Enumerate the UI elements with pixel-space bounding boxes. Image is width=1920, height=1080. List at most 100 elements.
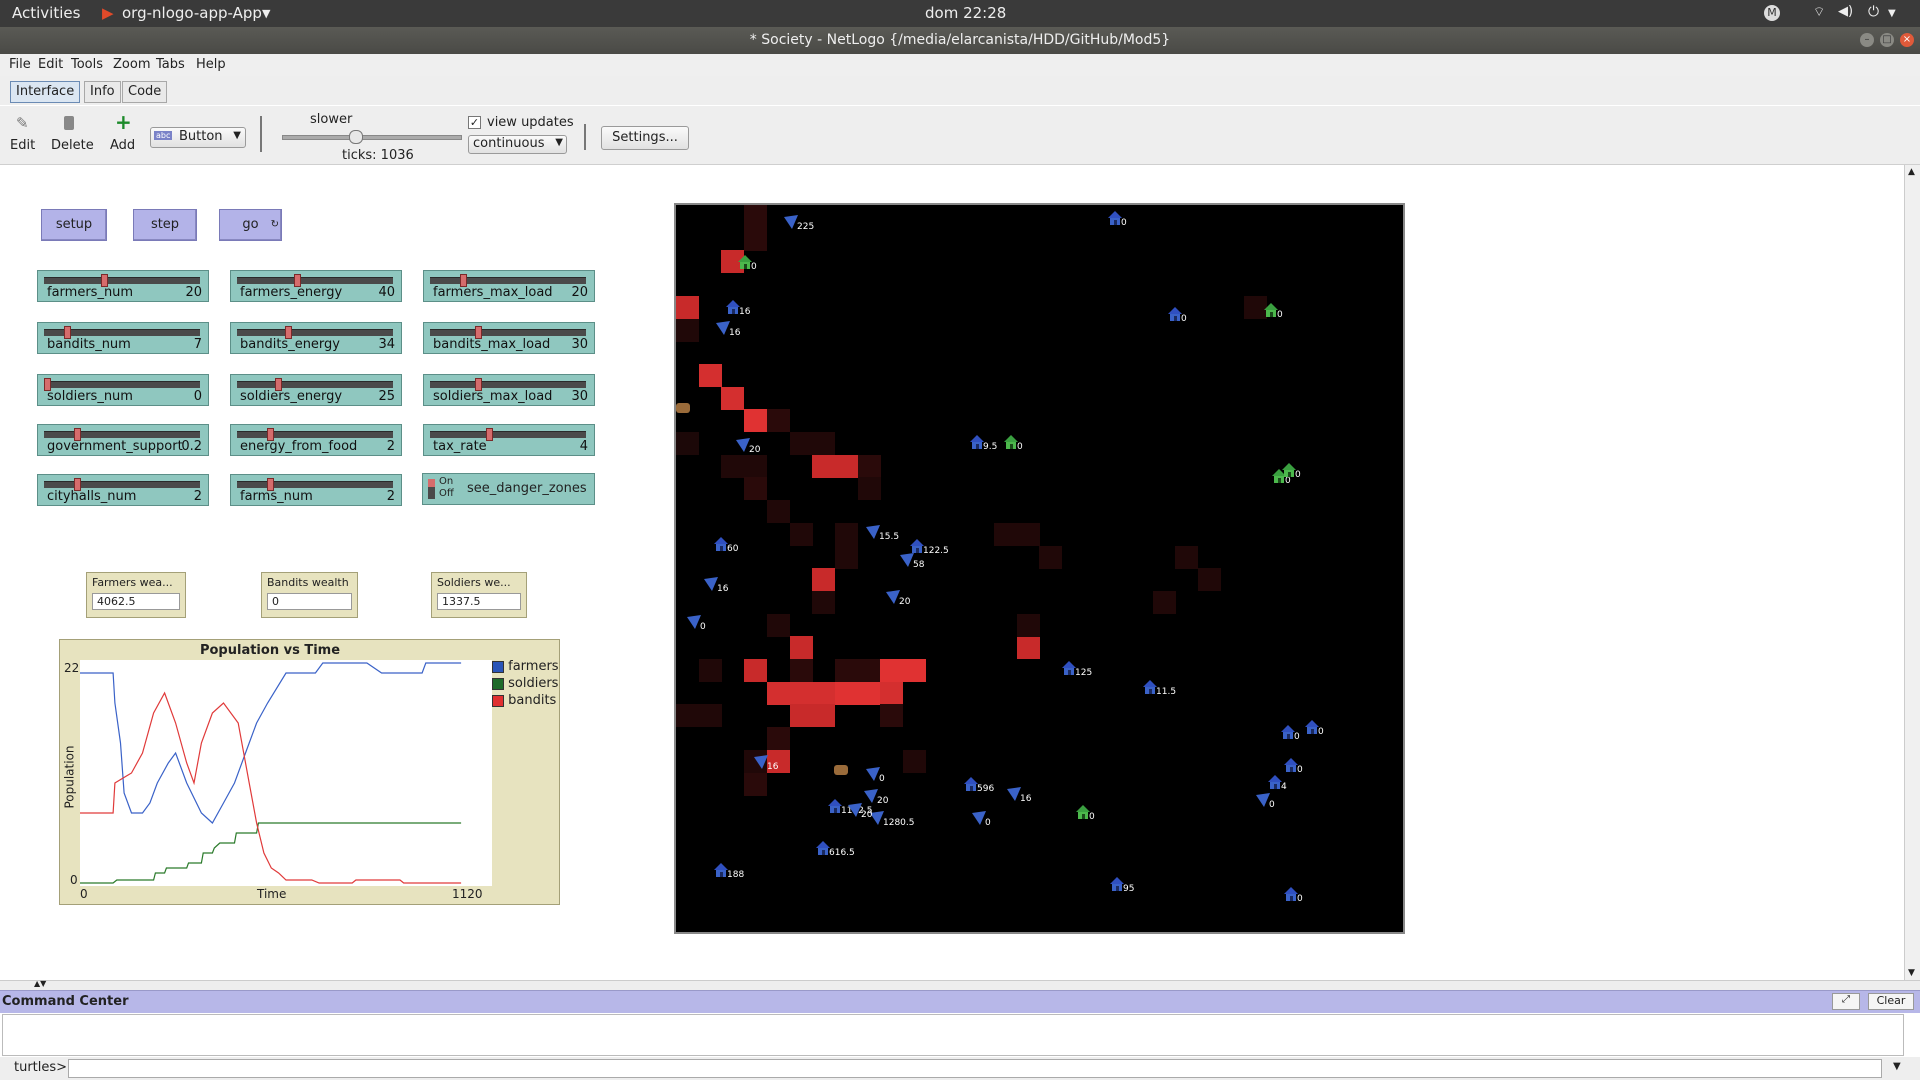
- go-button-label: go: [242, 217, 259, 232]
- tab-code[interactable]: Code: [122, 81, 168, 103]
- menu-tabs[interactable]: Tabs: [156, 57, 185, 72]
- volume-icon[interactable]: ◀): [1838, 4, 1853, 19]
- power-icon[interactable]: ⏻: [1868, 4, 1879, 20]
- turtle-label: 16: [739, 307, 751, 317]
- farmer-house-icon: [1281, 725, 1295, 743]
- slider-label: bandits_max_load: [433, 337, 551, 352]
- setup-button[interactable]: setup: [41, 209, 107, 241]
- slider-track[interactable]: [430, 277, 586, 284]
- slider-knob[interactable]: [486, 428, 493, 441]
- chevron-up-icon[interactable]: ▲: [1908, 167, 1915, 177]
- tab-interface[interactable]: Interface: [10, 81, 81, 103]
- slider-soldiers-energy[interactable]: soldiers_energy 25: [230, 374, 402, 406]
- command-output: [2, 1014, 1904, 1056]
- slider-cityhalls-num[interactable]: cityhalls_num 2: [37, 474, 209, 506]
- slider-value: 30: [571, 389, 588, 404]
- farmer-house-icon: [1108, 211, 1122, 229]
- slider-energy-from-food[interactable]: energy_from_food 2: [230, 424, 402, 456]
- chevron-down-icon[interactable]: ▼: [1908, 968, 1915, 978]
- slider-track[interactable]: [44, 277, 200, 284]
- slider-farmers-num[interactable]: farmers_num 20: [37, 270, 209, 302]
- slider-value: 2: [386, 489, 395, 504]
- turtle-arrow-icon: [866, 767, 880, 785]
- turtle-arrow-icon: [1256, 793, 1270, 811]
- slider-track[interactable]: [44, 431, 200, 438]
- slider-government-support[interactable]: government_support 0.2: [37, 424, 209, 456]
- farmer-house-icon: [714, 537, 728, 555]
- menu-file[interactable]: File: [9, 57, 31, 72]
- tab-info[interactable]: Info: [84, 81, 121, 103]
- turtle-label: 0: [1294, 732, 1300, 742]
- view-updates-checkbox[interactable]: ✓: [468, 116, 481, 129]
- settings-button[interactable]: Settings...: [601, 126, 689, 150]
- widget-type-select[interactable]: abc Button ▼: [150, 127, 246, 148]
- agent-type-selector[interactable]: turtles>: [14, 1060, 67, 1075]
- slider-track[interactable]: [44, 481, 200, 488]
- menu-zoom[interactable]: Zoom: [113, 57, 150, 72]
- slider-bandits-num[interactable]: bandits_num 7: [37, 322, 209, 354]
- farmer-house-icon: [970, 435, 984, 453]
- see-danger-zones-switch[interactable]: On Off see_danger_zones: [422, 473, 595, 505]
- turtle-label: 20: [899, 597, 911, 607]
- slider-farmers-max-load[interactable]: farmers_max_load 20: [423, 270, 595, 302]
- slider-track[interactable]: [237, 277, 393, 284]
- slider-farmers-energy[interactable]: farmers_energy 40: [230, 270, 402, 302]
- slider-track[interactable]: [237, 481, 393, 488]
- slider-value: 2: [193, 489, 202, 504]
- speed-slider-track[interactable]: [282, 135, 462, 140]
- farmer-house-icon: [828, 799, 842, 817]
- turtle-label: 0: [1297, 765, 1303, 775]
- slider-tax-rate[interactable]: tax_rate 4: [423, 424, 595, 456]
- command-input[interactable]: [68, 1059, 1882, 1078]
- menu-tools[interactable]: Tools: [71, 57, 103, 72]
- clock[interactable]: dom 22:28: [925, 4, 1006, 22]
- close-icon[interactable]: ×: [1900, 33, 1914, 47]
- turtle-arrow-icon: [848, 803, 862, 821]
- menu-help[interactable]: Help: [196, 57, 226, 72]
- keyboard-indicator-icon[interactable]: M: [1764, 5, 1780, 21]
- window-title-bar: * Society - NetLogo {/media/elarcanista/…: [0, 27, 1920, 54]
- slider-farms-num[interactable]: farms_num 2: [230, 474, 402, 506]
- bandits-wealth-monitor: Bandits wealth 0: [261, 572, 358, 618]
- vertical-scrollbar[interactable]: ▲ ▼: [1904, 165, 1920, 980]
- patch: [834, 545, 858, 569]
- slider-track[interactable]: [237, 381, 393, 388]
- update-mode-select[interactable]: continuous ▼: [468, 135, 567, 154]
- turtle-label: 4: [1281, 782, 1287, 792]
- add-button[interactable]: Add: [110, 138, 135, 153]
- step-button[interactable]: step: [133, 209, 197, 241]
- slider-track[interactable]: [237, 431, 393, 438]
- slider-track[interactable]: [430, 381, 586, 388]
- patch: [789, 704, 813, 728]
- activities-button[interactable]: Activities: [12, 4, 80, 22]
- slider-track[interactable]: [430, 329, 586, 336]
- turtle-label: 125: [1075, 668, 1093, 678]
- clear-button[interactable]: Clear: [1868, 993, 1914, 1010]
- slider-soldiers-max-load[interactable]: soldiers_max_load 30: [423, 374, 595, 406]
- turtle-label: 95: [1123, 884, 1135, 894]
- switch-toggle[interactable]: [428, 479, 435, 499]
- slider-track[interactable]: [237, 329, 393, 336]
- menu-edit[interactable]: Edit: [38, 57, 63, 72]
- slider-track[interactable]: [44, 381, 200, 388]
- patch: [789, 522, 813, 546]
- app-menu[interactable]: org-nlogo-app-App: [122, 4, 262, 22]
- farmers-wealth-monitor: Farmers wea... 4062.5: [86, 572, 186, 618]
- speed-slider-knob[interactable]: [349, 130, 363, 144]
- turtle-label: 0: [751, 262, 757, 272]
- go-button[interactable]: go ↻: [219, 209, 282, 241]
- switch-on-label: On: [439, 476, 454, 487]
- slider-soldiers-num[interactable]: soldiers_num 0: [37, 374, 209, 406]
- edit-button[interactable]: Edit: [10, 138, 35, 153]
- chevron-down-icon[interactable]: ▼: [1893, 1061, 1901, 1072]
- expand-icon[interactable]: ⤢: [1832, 993, 1860, 1010]
- maximize-icon[interactable]: □: [1880, 33, 1894, 47]
- world-view[interactable]: 225 0 0 16 16 0 0 0 20 9.5 0 0 15.5 122.5 58 60 16 20 0 0 0 1…: [674, 203, 1405, 934]
- slider-track[interactable]: [430, 431, 586, 438]
- wifi-icon[interactable]: ⌔: [1813, 4, 1825, 20]
- chevron-up-icon[interactable]: ▲▼: [34, 979, 46, 988]
- delete-button[interactable]: Delete: [51, 138, 94, 153]
- slider-bandits-energy[interactable]: bandits_energy 34: [230, 322, 402, 354]
- minimize-icon[interactable]: –: [1860, 33, 1874, 47]
- slider-bandits-max-load[interactable]: bandits_max_load 30: [423, 322, 595, 354]
